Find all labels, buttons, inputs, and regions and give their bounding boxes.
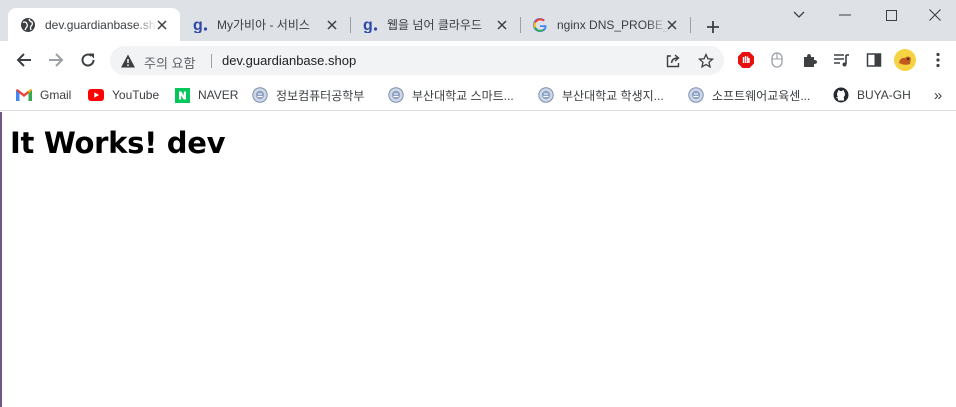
tab-cloud[interactable]: g 웹을 넘어 클라우드: [350, 8, 520, 41]
google-icon: [532, 17, 548, 33]
url-text[interactable]: dev.guardianbase.shop: [222, 53, 356, 68]
svg-text:g: g: [363, 17, 373, 33]
bookmark-label: 정보컴퓨터공학부: [276, 88, 365, 103]
tab-strip: dev.guardianbase.shop g My가비아 - 서비스 g 웹을…: [0, 0, 956, 41]
tab-search-button[interactable]: [784, 3, 814, 27]
bookmarks-bar: Gmail YouTube NAVER 정보컴퓨터공학부 부산대학교 스마트..…: [0, 79, 956, 111]
bookmark-pnu-student[interactable]: 부산대학교 학생지...: [538, 85, 664, 105]
maximize-icon: [885, 9, 897, 21]
bookmark-cse[interactable]: 정보컴퓨터공학부: [252, 85, 364, 105]
bookmark-software-center[interactable]: 소프트웨어교육센...: [688, 85, 810, 105]
close-tab-icon[interactable]: [324, 17, 340, 33]
youtube-icon: [88, 87, 104, 103]
university-seal-icon: [388, 87, 404, 103]
bookmark-star-icon[interactable]: [697, 52, 715, 70]
tab-dev-guardianbase[interactable]: dev.guardianbase.shop: [8, 8, 180, 41]
naver-icon: [174, 87, 190, 103]
tab-separator: [690, 17, 691, 33]
close-tab-icon[interactable]: [494, 17, 510, 33]
bookmark-label: Gmail: [40, 88, 72, 102]
bookmark-label: 소프트웨어교육센...: [712, 88, 811, 103]
tab-my-gabia[interactable]: g My가비아 - 서비스: [180, 8, 350, 41]
side-panel-icon[interactable]: [864, 50, 884, 70]
university-seal-icon: [688, 87, 704, 103]
new-tab-button[interactable]: [701, 15, 725, 39]
profile-avatar[interactable]: [894, 49, 916, 71]
reload-button[interactable]: [74, 46, 102, 74]
back-button[interactable]: [10, 46, 38, 74]
more-menu-icon[interactable]: [928, 50, 948, 70]
tab-title: nginx DNS_PROBE_: [557, 17, 669, 32]
extensions-puzzle-icon[interactable]: [800, 50, 820, 70]
reload-icon: [81, 53, 95, 67]
tab-title: 웹을 넘어 클라우드: [387, 18, 482, 32]
gmail-icon: [16, 87, 32, 103]
globe-icon: [20, 17, 36, 33]
warning-icon[interactable]: [120, 53, 136, 69]
bookmark-gmail[interactable]: Gmail: [16, 85, 71, 105]
tab-title: My가비아 - 서비스: [217, 18, 310, 32]
chevron-down-icon: [793, 11, 805, 18]
omnibox-divider: [211, 54, 212, 68]
minimize-button[interactable]: [830, 3, 860, 27]
close-tab-icon[interactable]: [154, 17, 170, 33]
address-bar[interactable]: 주의 요함 dev.guardianbase.shop: [110, 46, 724, 75]
github-icon: [833, 87, 849, 103]
bookmark-label: NAVER: [198, 88, 239, 102]
arrow-right-icon: [49, 53, 64, 67]
tab-title: dev.guardianbase.shop: [45, 17, 157, 32]
bookmark-label: 부산대학교 학생지...: [562, 88, 664, 103]
gabia-icon: g: [362, 17, 378, 33]
tab-nginx-dns[interactable]: nginx DNS_PROBE_: [520, 8, 690, 41]
browser-toolbar: 주의 요함 dev.guardianbase.shop: [0, 41, 956, 79]
maximize-button[interactable]: [876, 3, 906, 27]
bookmark-label: BUYA-GH: [857, 88, 911, 102]
forward-button[interactable]: [42, 46, 70, 74]
bookmark-youtube[interactable]: YouTube: [88, 85, 159, 105]
security-status-label[interactable]: 주의 요함: [144, 53, 195, 72]
bookmark-label: 부산대학교 스마트...: [412, 88, 514, 103]
bookmarks-overflow-button[interactable]: »: [928, 85, 948, 105]
page-heading: It Works! dev: [10, 126, 226, 160]
mouse-extension-icon[interactable]: [767, 50, 787, 70]
close-tab-icon[interactable]: [664, 17, 680, 33]
university-seal-icon: [538, 87, 554, 103]
university-seal-icon: [252, 87, 268, 103]
page-content: It Works! dev: [0, 112, 956, 407]
share-icon[interactable]: [664, 52, 682, 70]
arrow-left-icon: [16, 53, 31, 67]
plus-icon: [707, 21, 719, 33]
adblock-extension-icon[interactable]: [736, 50, 756, 70]
svg-text:g: g: [193, 17, 203, 33]
minimize-icon: [839, 14, 851, 16]
gabia-icon: g: [192, 17, 208, 33]
close-icon: [929, 9, 941, 21]
bookmark-naver[interactable]: NAVER: [174, 85, 238, 105]
bookmark-github[interactable]: BUYA-GH: [833, 85, 911, 105]
bookmark-label: YouTube: [112, 88, 160, 102]
media-control-icon[interactable]: [832, 50, 852, 70]
close-window-button[interactable]: [920, 3, 950, 27]
bookmark-pnu-smart[interactable]: 부산대학교 스마트...: [388, 85, 514, 105]
